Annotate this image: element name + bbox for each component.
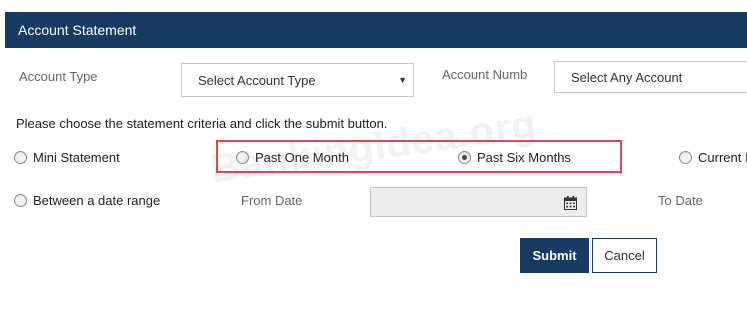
submit-button[interactable]: Submit (520, 238, 589, 273)
to-date-label: To Date (658, 193, 703, 208)
cancel-button[interactable]: Cancel (592, 238, 657, 273)
from-date-label: From Date (241, 193, 303, 208)
account-number-value: Select Any Account (571, 69, 683, 85)
radio-current[interactable] (679, 151, 692, 164)
account-type-select[interactable]: Select Account Type ▼ (181, 63, 414, 97)
radio-date-range[interactable] (14, 194, 27, 207)
panel-title: Account Statement (18, 22, 137, 38)
option-past-six-months-label: Past Six Months (477, 150, 571, 165)
instructions-text: Please choose the statement criteria and… (16, 116, 388, 131)
option-past-one-month-label: Past One Month (255, 150, 349, 165)
account-type-value: Select Account Type (198, 72, 316, 88)
radio-mini-statement[interactable] (14, 151, 27, 164)
option-current[interactable]: Current I (679, 150, 747, 165)
panel-header: Account Statement (5, 12, 747, 48)
option-past-six-months[interactable]: Past Six Months (458, 150, 571, 165)
option-current-label: Current I (698, 150, 747, 165)
page: Account Statement Account Type Select Ac… (0, 0, 747, 311)
account-number-label: Account Numb (442, 67, 528, 82)
account-type-label: Account Type (19, 69, 98, 84)
option-past-one-month[interactable]: Past One Month (236, 150, 349, 165)
calendar-icon[interactable] (564, 196, 577, 210)
from-date-input[interactable] (370, 187, 587, 217)
option-date-range[interactable]: Between a date range (14, 193, 160, 208)
account-number-select[interactable]: Select Any Account (554, 61, 747, 93)
radio-past-one-month[interactable] (236, 151, 249, 164)
option-mini-statement[interactable]: Mini Statement (14, 150, 120, 165)
radio-past-six-months[interactable] (458, 151, 471, 164)
chevron-down-icon: ▼ (398, 75, 407, 85)
option-mini-statement-label: Mini Statement (33, 150, 120, 165)
option-date-range-label: Between a date range (33, 193, 161, 208)
